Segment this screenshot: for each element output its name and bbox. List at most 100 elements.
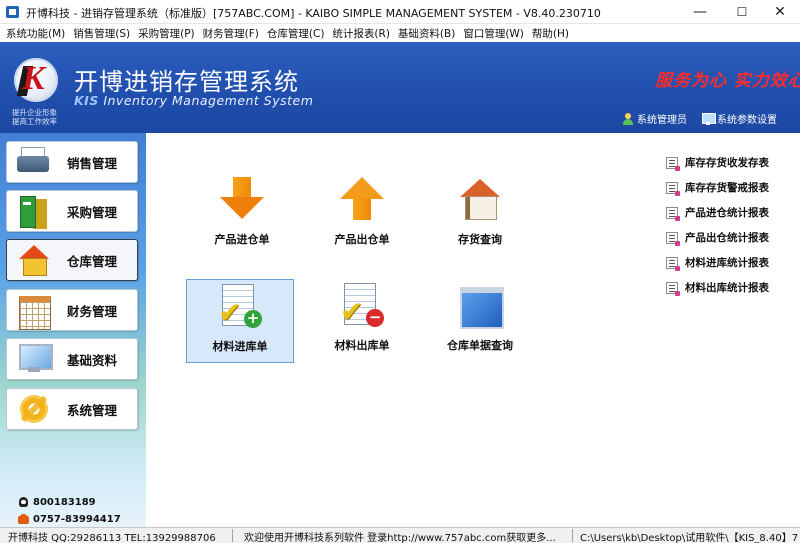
- phone-icon: [18, 514, 29, 525]
- sidebar-item-system[interactable]: 系统管理: [6, 388, 138, 430]
- report-icon: [666, 281, 680, 296]
- sidebar-item-label: 财务管理: [67, 303, 118, 319]
- status-welcome: 欢迎使用开博科技系列软件 登录http://www.757abc.com获取更多…: [244, 533, 556, 543]
- menu-finance[interactable]: 财务管理(F): [199, 26, 263, 41]
- report-label: 产品进仓统计报表: [685, 207, 769, 219]
- contact-phone-number: 0757-83994417: [33, 514, 121, 525]
- menu-bar: 系统功能(M) 销售管理(S) 采购管理(P) 财务管理(F) 仓库管理(C) …: [0, 24, 800, 42]
- app-title: 开博进销存管理系统: [74, 68, 299, 96]
- sidebar-item-label: 仓库管理: [67, 253, 118, 269]
- report-icon: [666, 206, 680, 221]
- gear-icon: [17, 394, 51, 424]
- minimize-button[interactable]: —: [680, 0, 720, 24]
- tile-material-in[interactable]: ✔ 材料进库单: [186, 279, 294, 363]
- sidebar-item-label: 采购管理: [67, 204, 118, 220]
- check-icon: ✔: [340, 295, 364, 328]
- main-panel: 产品进仓单 产品出仓单 存货查询 ✔ 材料进库单 ✔ 材料出库单 仓库单据查询 …: [146, 133, 800, 527]
- sidebar-item-sales[interactable]: 销售管理: [6, 141, 138, 183]
- monitor-small-icon: [702, 112, 716, 125]
- report-label: 材料出库统计报表: [685, 282, 769, 294]
- tile-label: 仓库单据查询: [447, 339, 513, 352]
- menu-basic-data[interactable]: 基础资料(B): [394, 26, 459, 41]
- kaibo-logo: K: [14, 58, 58, 102]
- menu-reports[interactable]: 统计报表(R): [328, 26, 394, 41]
- menu-sales[interactable]: 销售管理(S): [69, 26, 134, 41]
- contact-qq: 800183189: [18, 497, 96, 508]
- qq-icon: [18, 497, 29, 508]
- report-icon: [666, 256, 680, 271]
- maximize-button[interactable]: ☐: [722, 0, 762, 24]
- tile-stock-query[interactable]: 存货查询: [426, 173, 534, 257]
- status-divider: [232, 529, 233, 542]
- calendar-grid-icon: [17, 295, 51, 330]
- house-icon: [17, 245, 51, 276]
- report-label: 库存存货收发存表: [685, 157, 769, 169]
- logo-slogan: 提升企业形象 提高工作效率: [12, 108, 72, 126]
- status-divider: [572, 529, 573, 542]
- subtitle-kis: KIS: [74, 93, 99, 108]
- tile-label: 产品出仓单: [334, 233, 390, 246]
- check-icon: ✔: [218, 296, 242, 329]
- report-stock-summary[interactable]: 库存存货收发存表: [666, 155, 769, 171]
- slogan-line-1: 提升企业形象: [12, 108, 57, 117]
- window-icon: [454, 281, 506, 331]
- home-icon: [454, 175, 506, 225]
- slogan-line-2: 提高工作效率: [12, 117, 57, 126]
- header-banner: K 提升企业形象 提高工作效率 开博进销存管理系统 KIS Inventory …: [0, 42, 800, 133]
- sidebar: 销售管理 采购管理 仓库管理 财务管理 基础资料 系统管理 800183189 …: [0, 133, 146, 527]
- menu-warehouse[interactable]: 仓库管理(C): [263, 26, 329, 41]
- sidebar-item-basic-data[interactable]: 基础资料: [6, 338, 138, 380]
- arrow-up-icon: [336, 175, 388, 225]
- status-bar: 开博科技 QQ:29286113 TEL:13929988706 欢迎使用开博科…: [0, 527, 800, 543]
- books-icon: [17, 196, 51, 228]
- tile-label: 产品进仓单: [214, 233, 270, 246]
- report-product-in[interactable]: 产品进仓统计报表: [666, 205, 769, 221]
- menu-help[interactable]: 帮助(H): [528, 26, 573, 41]
- sidebar-item-label: 系统管理: [67, 402, 118, 418]
- motto-text: 服务为心 实力效心: [655, 71, 800, 91]
- system-settings-button[interactable]: 系统参数设置: [702, 111, 777, 126]
- window-title: 开博科技 - 进销存管理系统（标准版）[757ABC.COM] - KAIBO …: [26, 7, 601, 20]
- report-label: 库存存货警戒报表: [685, 182, 769, 194]
- sidebar-item-label: 销售管理: [67, 155, 118, 171]
- report-stock-alert[interactable]: 库存存货警戒报表: [666, 180, 769, 196]
- arrow-down-icon: [216, 175, 268, 225]
- report-icon: [666, 231, 680, 246]
- menu-system[interactable]: 系统功能(M): [2, 26, 69, 41]
- tile-label: 材料出库单: [334, 339, 390, 352]
- doc-plus-icon: ✔: [214, 282, 266, 332]
- tile-product-out[interactable]: 产品出仓单: [308, 173, 416, 257]
- monitor-icon: [17, 344, 53, 374]
- tile-product-in[interactable]: 产品进仓单: [188, 173, 296, 257]
- report-product-out[interactable]: 产品出仓统计报表: [666, 230, 769, 246]
- tile-label: 材料进库单: [212, 340, 268, 353]
- user-icon: [622, 112, 634, 125]
- menu-window[interactable]: 窗口管理(W): [459, 26, 528, 41]
- contact-qq-number: 800183189: [33, 497, 96, 508]
- tile-warehouse-doc-query[interactable]: 仓库单据查询: [426, 279, 534, 363]
- status-company: 开博科技 QQ:29286113 TEL:13929988706: [8, 533, 216, 543]
- sidebar-item-purchase[interactable]: 采购管理: [6, 190, 138, 232]
- sidebar-item-warehouse[interactable]: 仓库管理: [6, 239, 138, 281]
- sidebar-item-finance[interactable]: 财务管理: [6, 289, 138, 331]
- app-icon: [6, 6, 19, 18]
- report-label: 产品出仓统计报表: [685, 232, 769, 244]
- status-path: C:\Users\kb\Desktop\试用软件\【KIS_8.40】7: [580, 533, 799, 543]
- report-material-out[interactable]: 材料出库统计报表: [666, 280, 769, 296]
- tile-material-out[interactable]: ✔ 材料出库单: [308, 279, 416, 363]
- close-button[interactable]: ✕: [760, 0, 800, 24]
- tile-label: 存货查询: [458, 233, 502, 246]
- contact-phone: 0757-83994417: [18, 514, 121, 525]
- report-icon: [666, 181, 680, 196]
- report-material-in[interactable]: 材料进库统计报表: [666, 255, 769, 271]
- doc-minus-icon: ✔: [336, 281, 388, 331]
- subtitle-rest: Inventory Management System: [98, 93, 314, 108]
- sidebar-item-label: 基础资料: [67, 352, 118, 368]
- title-bar: 开博科技 - 进销存管理系统（标准版）[757ABC.COM] - KAIBO …: [0, 0, 800, 24]
- report-label: 材料进库统计报表: [685, 257, 769, 269]
- menu-purchase[interactable]: 采购管理(P): [134, 26, 199, 41]
- report-icon: [666, 156, 680, 171]
- system-settings-label: 系统参数设置: [717, 115, 777, 126]
- system-admin-button[interactable]: 系统管理员: [622, 111, 687, 126]
- system-admin-label: 系统管理员: [637, 115, 687, 126]
